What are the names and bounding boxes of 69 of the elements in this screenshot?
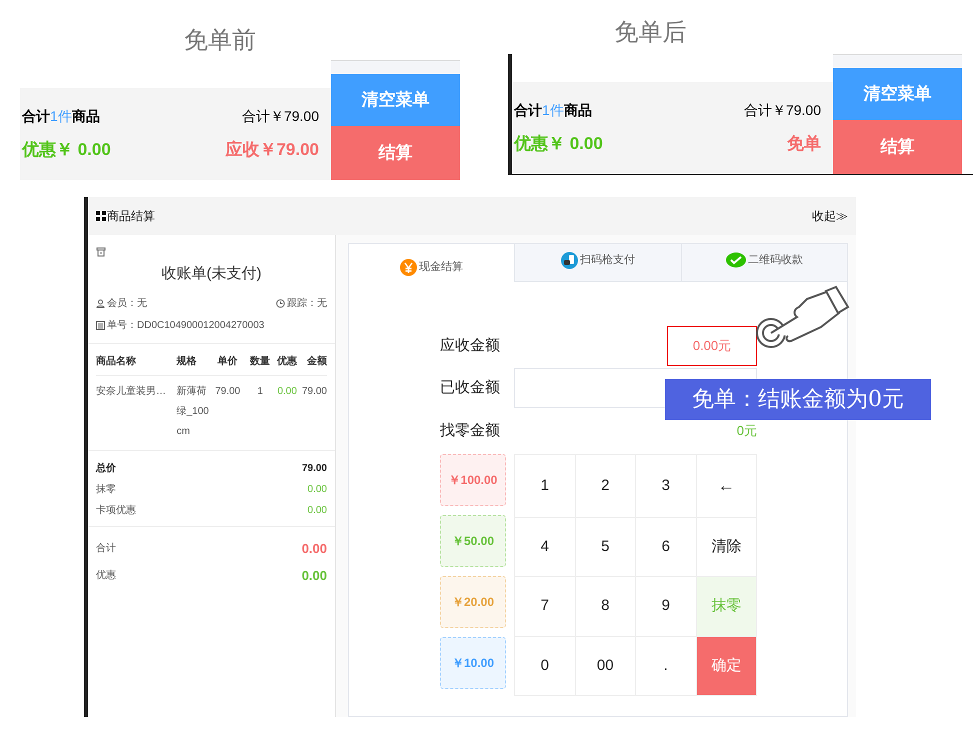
column-header: 金额: [306, 354, 327, 368]
keypad-key[interactable]: 5: [576, 518, 636, 577]
keypad-key[interactable]: 0: [515, 636, 576, 696]
keypad-key[interactable]: 1: [515, 455, 576, 518]
total-amount: 合计￥79.00: [242, 106, 319, 126]
summary-value: 79.00: [302, 462, 327, 476]
payment-tab[interactable]: 二维码收款: [680, 244, 847, 282]
discount-amount: 优惠￥ 0.00: [514, 132, 603, 155]
keypad-key[interactable]: ←: [696, 455, 757, 518]
item-count: 合计1件商品: [514, 100, 592, 120]
column-header: 数量: [248, 354, 272, 368]
payment-tab[interactable]: 现金结算: [349, 244, 514, 282]
list-icon: [96, 320, 105, 330]
annotation-tooltip: 免单：结账金额为0元: [665, 379, 931, 420]
change-label: 找零金额: [440, 420, 500, 441]
total-value: 0.00: [302, 540, 327, 558]
column-header: 优惠: [276, 354, 298, 368]
column-header: 单价: [216, 354, 239, 368]
table-cell: 安奈儿童装男…: [96, 386, 166, 396]
checkout-title: 商品结算: [107, 208, 155, 225]
keypad-key[interactable]: 清除: [696, 518, 757, 577]
store-icon: [96, 247, 106, 257]
collapse-button[interactable]: 收起≫: [812, 207, 848, 225]
item-count: 合计1件商品: [22, 106, 100, 126]
keypad-key[interactable]: 2: [576, 455, 636, 518]
summary-label: 抹零: [96, 482, 116, 496]
tracker-text: 跟踪：无: [287, 296, 327, 310]
change-amount: 0元: [736, 422, 757, 440]
column-header: 规格: [176, 354, 198, 368]
chat-check-icon: [726, 252, 746, 269]
section-title: 免单后: [614, 17, 688, 48]
summary-label: 卡项优惠: [96, 504, 136, 518]
clock-icon: [276, 298, 285, 308]
keypad-key[interactable]: 8: [576, 577, 636, 636]
yen-coin-icon: [400, 258, 418, 276]
receivable-amount: 应收￥79.00: [225, 138, 319, 161]
receipt-title: 收账单(未支付): [160, 264, 262, 284]
grid-icon: [96, 211, 106, 221]
keypad-key[interactable]: .: [636, 636, 696, 696]
keypad-key[interactable]: 00: [576, 636, 636, 696]
receivable-amount: 免单: [787, 132, 821, 155]
summary-label: 总价: [96, 462, 116, 476]
table-cell: 1: [257, 386, 263, 396]
keypad-key[interactable]: 6: [636, 518, 696, 577]
table-cell: 新薄荷绿_100cm: [176, 386, 209, 436]
keypad-key[interactable]: 7: [515, 577, 576, 636]
payment-tab[interactable]: 扫码枪支付: [514, 244, 681, 282]
table-cell: 79.00: [302, 386, 327, 396]
table-cell: 0.00: [277, 386, 297, 396]
due-label: 应收金额: [440, 336, 500, 356]
section-title: 免单前: [183, 25, 257, 56]
due-amount: 0.00元: [667, 326, 757, 366]
member-text: 会员：无: [107, 296, 147, 310]
received-label: 已收金额: [440, 378, 500, 398]
total-label: 优惠: [96, 568, 116, 584]
order-number: 单号：DD0C104900012004270003: [107, 318, 264, 332]
summary-value: 0.00: [308, 482, 327, 496]
total-label: 合计: [96, 542, 116, 556]
table-cell: 79.00: [215, 386, 240, 396]
discount-amount: 优惠￥ 0.00: [22, 138, 111, 161]
keypad-key[interactable]: 3: [636, 455, 696, 518]
user-icon: [96, 298, 105, 308]
keypad-key[interactable]: 9: [636, 577, 696, 636]
summary-value: 0.00: [308, 504, 327, 518]
keypad-key[interactable]: 4: [515, 518, 576, 577]
total-value: 0.00: [302, 567, 327, 585]
total-amount: 合计￥79.00: [744, 100, 821, 120]
column-header: 商品名称: [96, 354, 137, 368]
scanner-icon: [560, 252, 578, 269]
